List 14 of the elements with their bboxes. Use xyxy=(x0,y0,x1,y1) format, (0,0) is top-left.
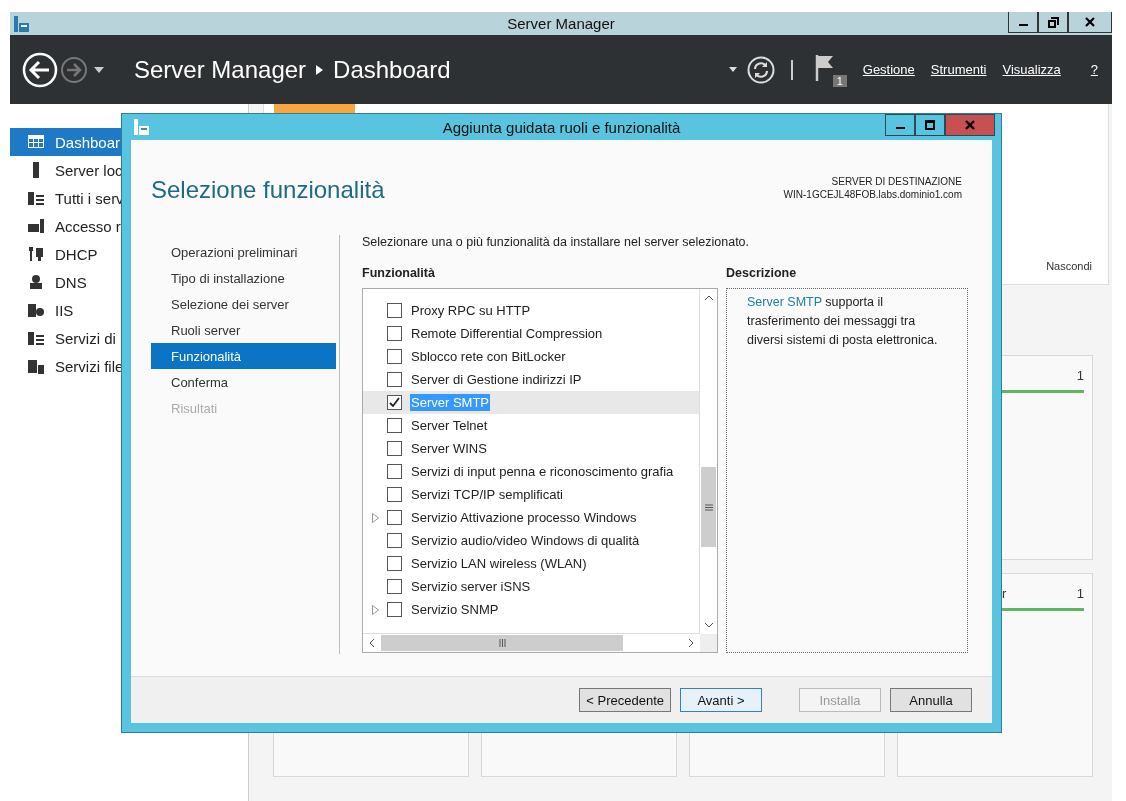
destination-label: SERVER DI DESTINAZIONE xyxy=(831,176,962,187)
features-label: Funzionalità xyxy=(362,266,436,280)
window-title: Server Manager xyxy=(507,15,615,32)
instruction-text: Selezionare una o più funzionalità da installare nel server selezionato. xyxy=(362,235,751,249)
breadcrumb-item: Dashboard xyxy=(333,55,451,84)
description-text: Server SMTP supporta il trasferimento dei messaggi tra diversi sistemi di posta elettronica. xyxy=(747,294,939,349)
page-heading: Selezione funzionalità xyxy=(151,176,385,204)
destination-server: WIN-1GCEJL48FOB.labs.dominio1.com xyxy=(783,189,962,200)
tile-count: 1 xyxy=(1076,586,1084,601)
description-label: Descrizione xyxy=(726,266,798,280)
tile-count: 1 xyxy=(1076,368,1084,383)
tile-title: r xyxy=(1002,586,1007,601)
notification-count: 1 xyxy=(832,74,847,87)
dialog-title: Aggiunta guidata ruoli e funzionalità xyxy=(442,118,681,136)
